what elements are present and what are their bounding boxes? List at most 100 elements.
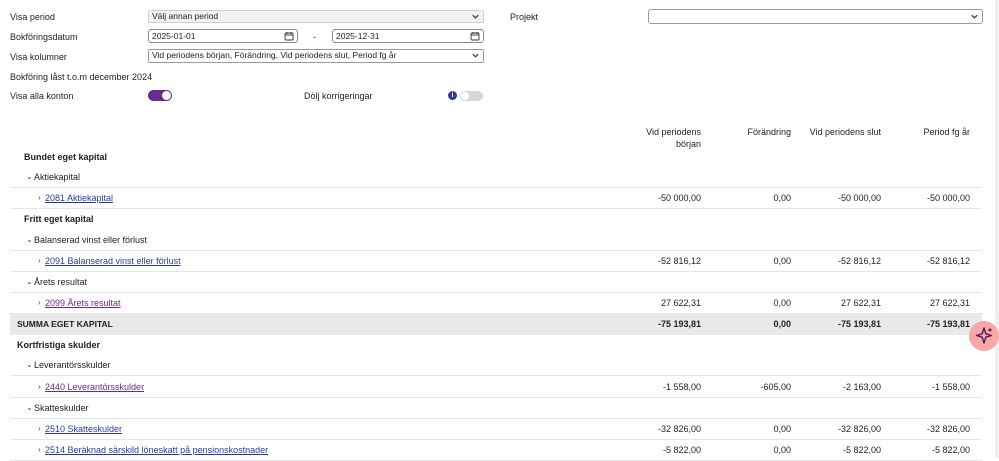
account-link[interactable]: 2514 Beräknad särskild löneskatt på pens… <box>45 445 268 455</box>
visa-period-select[interactable]: Välj annan period <box>148 10 484 23</box>
account-link[interactable]: 2440 Leverantörsskulder <box>45 382 144 392</box>
visa-kolumner-value: Vid periodens början, Förändring, Vid pe… <box>152 50 397 60</box>
projekt-label: Projekt <box>510 12 539 22</box>
value-fg-ar: -5 822,00 <box>931 445 970 455</box>
value-slut: -75 193,81 <box>837 319 881 329</box>
value-forandring: 0,00 <box>773 298 791 308</box>
visa-period-value: Välj annan period <box>152 11 219 21</box>
value-slut: -5 822,00 <box>842 445 881 455</box>
group-label: Leverantörsskulder <box>34 360 111 370</box>
visa-alla-konton-label: Visa alla konton <box>10 91 74 101</box>
date-from-value: 2025-01-01 <box>152 31 196 41</box>
table-row: › 2440 Leverantörsskulder -1 558,00 -605… <box>10 377 982 398</box>
value-fg-ar: -75 193,81 <box>926 319 970 329</box>
group-row[interactable]: ⌄ Skatteskulder <box>10 398 982 419</box>
chevron-right-icon[interactable]: › <box>38 382 41 391</box>
sparkle-icon <box>975 327 993 344</box>
value-forandring: 0,00 <box>773 424 791 434</box>
value-slut: -52 816,12 <box>837 256 881 266</box>
date-to-value: 2025-12-31 <box>336 31 380 41</box>
chevron-down-icon[interactable]: ⌄ <box>26 403 33 412</box>
dolj-korrigeringar-label: Dölj korrigeringar <box>304 91 373 101</box>
group-label: Aktiekapital <box>34 172 81 182</box>
value-fg-ar: -1 558,00 <box>931 382 970 392</box>
visa-alla-konton-toggle[interactable] <box>148 90 172 101</box>
projekt-select[interactable] <box>648 9 983 24</box>
value-forandring: 0,00 <box>773 445 791 455</box>
visa-kolumner-select[interactable]: Vid periodens början, Förändring, Vid pe… <box>148 49 484 63</box>
value-forandring: -605,00 <box>760 382 791 392</box>
chevron-down-icon[interactable]: ⌄ <box>26 277 33 286</box>
value-borjan: -32 826,00 <box>657 424 701 434</box>
account-link[interactable]: 2091 Balanserad vinst eller förlust <box>45 256 181 266</box>
group-label: Balanserad vinst eller förlust <box>34 235 148 245</box>
table-row: › 2510 Skatteskulder -32 826,00 0,00 -32… <box>10 419 982 440</box>
value-fg-ar: -52 816,12 <box>926 256 970 266</box>
date-separator: - <box>313 32 316 42</box>
account-link[interactable]: 2099 Årets resultat <box>45 298 121 308</box>
section-label: Kortfristiga skulder <box>17 340 101 350</box>
value-borjan: -52 816,12 <box>657 256 701 266</box>
col-header-forandring: Förändring <box>747 127 791 137</box>
account-link[interactable]: 2081 Aktiekapital <box>45 193 113 203</box>
chevron-down-icon[interactable]: ⌄ <box>26 360 33 369</box>
account-link[interactable]: 2510 Skatteskulder <box>45 424 122 434</box>
value-forandring: 0,00 <box>773 193 791 203</box>
value-forandring: 0,00 <box>773 256 791 266</box>
dolj-korrigeringar-toggle[interactable] <box>460 91 483 101</box>
calendar-icon[interactable] <box>470 31 480 41</box>
chevron-right-icon[interactable]: › <box>38 193 41 202</box>
bokforingsdatum-label: Bokföringsdatum <box>10 32 78 42</box>
chevron-down-icon[interactable]: ⌄ <box>26 235 33 244</box>
calendar-icon[interactable] <box>284 31 294 41</box>
section-row: Kortfristiga skulder <box>10 335 982 356</box>
col-header-line1: Vid periodens <box>646 127 701 137</box>
col-header-period-fg-ar: Period fg år <box>923 127 970 137</box>
toggle-knob <box>461 92 469 100</box>
table-row: › 2099 Årets resultat 27 622,31 0,00 27 … <box>10 293 982 314</box>
group-label: Skatteskulder <box>34 403 89 413</box>
group-row[interactable]: ⌄ Balanserad vinst eller förlust <box>10 230 982 251</box>
toggle-knob <box>162 91 171 100</box>
summary-label: SUMMA EGET KAPITAL <box>17 319 113 329</box>
ai-assistant-button[interactable] <box>969 321 999 351</box>
value-slut: -2 163,00 <box>842 382 881 392</box>
info-icon[interactable]: i <box>448 91 457 100</box>
chevron-down-icon[interactable]: ⌄ <box>26 172 33 181</box>
value-fg-ar: -50 000,00 <box>926 193 970 203</box>
value-borjan: -5 822,00 <box>662 445 701 455</box>
chevron-right-icon[interactable]: › <box>38 424 41 433</box>
section-label: Fritt eget kapital <box>24 214 94 224</box>
locked-status-text: Bokföring låst t.o.m december 2024 <box>10 72 153 82</box>
table-row: › 2081 Aktiekapital -50 000,00 0,00 -50 … <box>10 188 982 209</box>
chevron-right-icon[interactable]: › <box>38 256 41 265</box>
chevron-down-icon <box>472 14 479 19</box>
date-from-input[interactable]: 2025-01-01 <box>148 29 298 43</box>
summary-row: SUMMA EGET KAPITAL -75 193,81 0,00 -75 1… <box>10 314 982 335</box>
col-header-vid-periodens-slut: Vid periodens slut <box>809 127 881 137</box>
value-borjan: -75 193,81 <box>657 319 701 329</box>
group-row[interactable]: ⌄ Aktiekapital <box>10 167 982 188</box>
value-fg-ar: 27 622,31 <box>929 298 970 308</box>
value-fg-ar: -32 826,00 <box>926 424 970 434</box>
value-borjan: -1 558,00 <box>662 382 701 392</box>
section-row: Bundet eget kapital <box>10 147 982 168</box>
chevron-down-icon <box>472 53 479 58</box>
value-slut: -50 000,00 <box>837 193 881 203</box>
value-slut: 27 622,31 <box>840 298 881 308</box>
visa-period-label: Visa period <box>10 12 55 22</box>
table-row: › 2091 Balanserad vinst eller förlust -5… <box>10 251 982 272</box>
value-slut: -32 826,00 <box>837 424 881 434</box>
scrollbar[interactable] <box>995 0 999 458</box>
section-label: Bundet eget kapital <box>24 152 108 162</box>
group-row[interactable]: ⌄ Leverantörsskulder <box>10 355 982 376</box>
date-to-input[interactable]: 2025-12-31 <box>332 29 484 43</box>
section-row: Fritt eget kapital <box>10 209 982 230</box>
chevron-right-icon[interactable]: › <box>38 298 41 307</box>
visa-kolumner-label: Visa kolumner <box>10 52 67 62</box>
group-label: Årets resultat <box>34 277 88 287</box>
group-row[interactable]: ⌄ Årets resultat <box>10 272 982 293</box>
chevron-down-icon <box>971 14 978 19</box>
chevron-right-icon[interactable]: › <box>38 445 41 454</box>
value-borjan: -50 000,00 <box>657 193 701 203</box>
